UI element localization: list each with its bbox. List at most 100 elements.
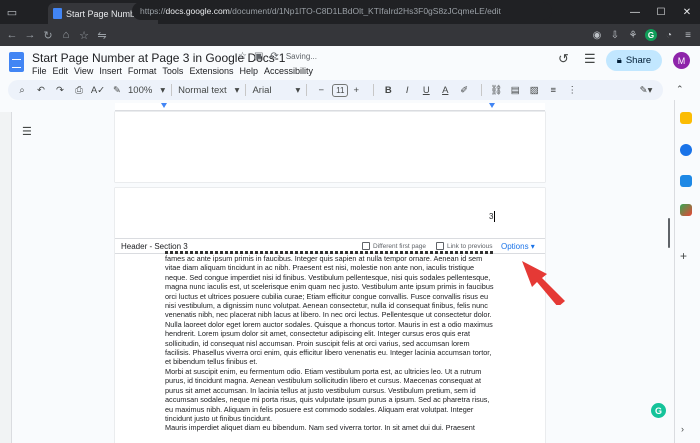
header-page-number[interactable]: 3 — [489, 212, 493, 221]
add-on-plus-icon[interactable]: + — [680, 249, 687, 263]
header-options-button[interactable]: Options ▾ — [501, 242, 535, 251]
header-section-title: Header - Section 3 — [121, 241, 188, 251]
saving-status: Saving... — [285, 52, 317, 61]
paragraph: Mauris imperdiet aliquet diam eu bibendu… — [165, 423, 475, 433]
address-bar[interactable]: https://docs.google.com/document/d/1Np1l… — [132, 2, 552, 20]
reload-icon[interactable]: ↻ — [39, 24, 57, 46]
search-menus-icon[interactable]: ⌕ — [14, 85, 30, 96]
star-icon[interactable]: ☆ — [238, 51, 247, 62]
maximize-icon[interactable]: ☐ — [648, 0, 674, 24]
window-close-icon[interactable]: ✕ — [674, 0, 700, 24]
pocket-icon[interactable]: ◉ — [588, 24, 606, 46]
insert-link-icon[interactable]: ⛓ — [488, 85, 504, 96]
underline-button[interactable]: U — [418, 85, 434, 96]
tab-title: Start Page Number at Page 3 in Google Do… — [66, 8, 142, 19]
menu-view[interactable]: View — [74, 66, 93, 76]
cloud-sync-icon: ⟳ — [270, 51, 279, 62]
menu-bar: File Edit View Insert Format Tools Exten… — [32, 66, 313, 76]
link-to-previous-label: Link to previous — [447, 242, 493, 250]
title-actions: ☆ ▣ ⟳ Saving... — [238, 51, 317, 62]
downloads-icon[interactable]: ⇩ — [606, 24, 624, 46]
extensions-icon[interactable]: ⚘ — [624, 24, 642, 46]
menu-insert[interactable]: Insert — [99, 66, 122, 76]
menu-help[interactable]: Help — [239, 66, 258, 76]
avatar[interactable]: M — [673, 52, 690, 69]
forward-icon[interactable]: → — [21, 24, 39, 46]
left-indent-marker[interactable] — [161, 103, 167, 108]
menu-extensions[interactable]: Extensions — [189, 66, 233, 76]
insert-image-icon[interactable]: ▨ — [526, 85, 542, 96]
menu-edit[interactable]: Edit — [53, 66, 69, 76]
collapse-icon[interactable]: ⌃ — [676, 84, 684, 95]
menu-tools[interactable]: Tools — [162, 66, 183, 76]
menu-format[interactable]: Format — [128, 66, 157, 76]
back-icon[interactable]: ← — [3, 24, 21, 46]
formatting-toolbar: ⌕ ↶ ↷ ⎙ A✓ ✎ 100% ▾ Normal text ▾ Arial ▾ −… — [8, 80, 663, 100]
zoom-select[interactable]: 100% ▾ — [128, 85, 165, 96]
maps-icon[interactable] — [680, 204, 692, 216]
highlight-icon[interactable]: ✐ — [456, 85, 472, 96]
docs-favicon-icon — [53, 8, 62, 19]
minimize-icon[interactable]: — — [622, 0, 648, 24]
spellcheck-icon[interactable]: A✓ — [90, 85, 106, 96]
print-icon[interactable]: ⎙ — [71, 85, 87, 96]
divider — [245, 84, 247, 96]
menu-accessibility[interactable]: Accessibility — [264, 66, 313, 76]
grammarly-ext-icon[interactable]: G — [642, 24, 660, 46]
font-size-field[interactable]: 11 — [332, 83, 349, 97]
document-outline-icon[interactable]: ☰ — [22, 125, 32, 138]
docs-logo-icon[interactable] — [9, 52, 24, 72]
link-to-previous-checkbox[interactable]: Link to previous — [436, 242, 493, 250]
checkbox-icon — [436, 242, 444, 250]
undo-icon[interactable]: ↶ — [33, 85, 49, 96]
home-icon[interactable]: ⌂ — [57, 24, 75, 46]
tasks-icon[interactable] — [680, 144, 692, 156]
different-first-page-label: Different first page — [373, 242, 426, 250]
editing-mode-icon[interactable]: ✎▾ — [638, 85, 654, 96]
page-2-bottom[interactable] — [115, 112, 545, 182]
hide-panel-icon[interactable]: › — [681, 424, 684, 434]
version-history-icon[interactable]: ↺ — [558, 51, 569, 67]
divider — [171, 84, 173, 96]
align-icon[interactable]: ≡ — [545, 85, 561, 96]
document-body[interactable]: fames ac ante ipsum primis in faucibus. … — [165, 254, 495, 433]
checkbox-icon — [362, 242, 370, 250]
share-button[interactable]: 🔒︎ Share — [606, 50, 662, 71]
account-icon[interactable]: ◔ — [660, 24, 678, 46]
decrease-font-icon[interactable]: − — [313, 85, 329, 96]
site-settings-icon[interactable]: ⇋ — [93, 24, 111, 46]
divider — [373, 84, 375, 96]
tab-search-icon[interactable]: ▭ — [0, 0, 24, 24]
bookmark-icon[interactable]: ☆ — [75, 24, 93, 46]
annotation-arrow — [522, 261, 565, 305]
more-icon[interactable]: ⋮ — [564, 85, 580, 96]
grammarly-icon[interactable]: G — [651, 403, 666, 418]
paragraph: Morbi at suscipit enim, eu fermentum odi… — [165, 366, 490, 423]
different-first-page-checkbox[interactable]: Different first page — [362, 242, 426, 250]
docs-header: Start Page Number at Page 3 in Google Do… — [0, 46, 700, 78]
right-indent-marker[interactable] — [489, 103, 495, 108]
menu-icon[interactable]: ≡ — [679, 24, 697, 46]
divider — [481, 84, 483, 96]
horizontal-ruler[interactable] — [115, 103, 545, 111]
increase-font-icon[interactable]: + — [348, 85, 364, 96]
move-folder-icon[interactable]: ▣ — [254, 51, 263, 62]
redo-icon[interactable]: ↷ — [52, 85, 68, 96]
italic-button[interactable]: I — [399, 85, 415, 96]
comments-icon[interactable]: ☰ — [584, 51, 596, 67]
add-comment-icon[interactable]: ▤ — [507, 85, 523, 96]
scrollbar[interactable] — [668, 218, 670, 248]
menu-file[interactable]: File — [32, 66, 47, 76]
keep-icon[interactable] — [680, 112, 692, 124]
contacts-icon[interactable] — [680, 175, 692, 187]
divider — [306, 84, 308, 96]
share-label: Share — [625, 55, 652, 66]
bold-button[interactable]: B — [380, 85, 396, 96]
text-color-button[interactable]: A — [437, 85, 453, 96]
paint-format-icon[interactable]: ✎ — [109, 85, 125, 96]
lock-icon: 🔒︎ — [616, 55, 622, 66]
font-select[interactable]: Arial ▾ — [252, 85, 300, 96]
paragraph: fames ac ante ipsum primis in faucibus. … — [165, 254, 494, 367]
style-select[interactable]: Normal text ▾ — [178, 85, 239, 96]
vertical-ruler — [0, 112, 12, 443]
